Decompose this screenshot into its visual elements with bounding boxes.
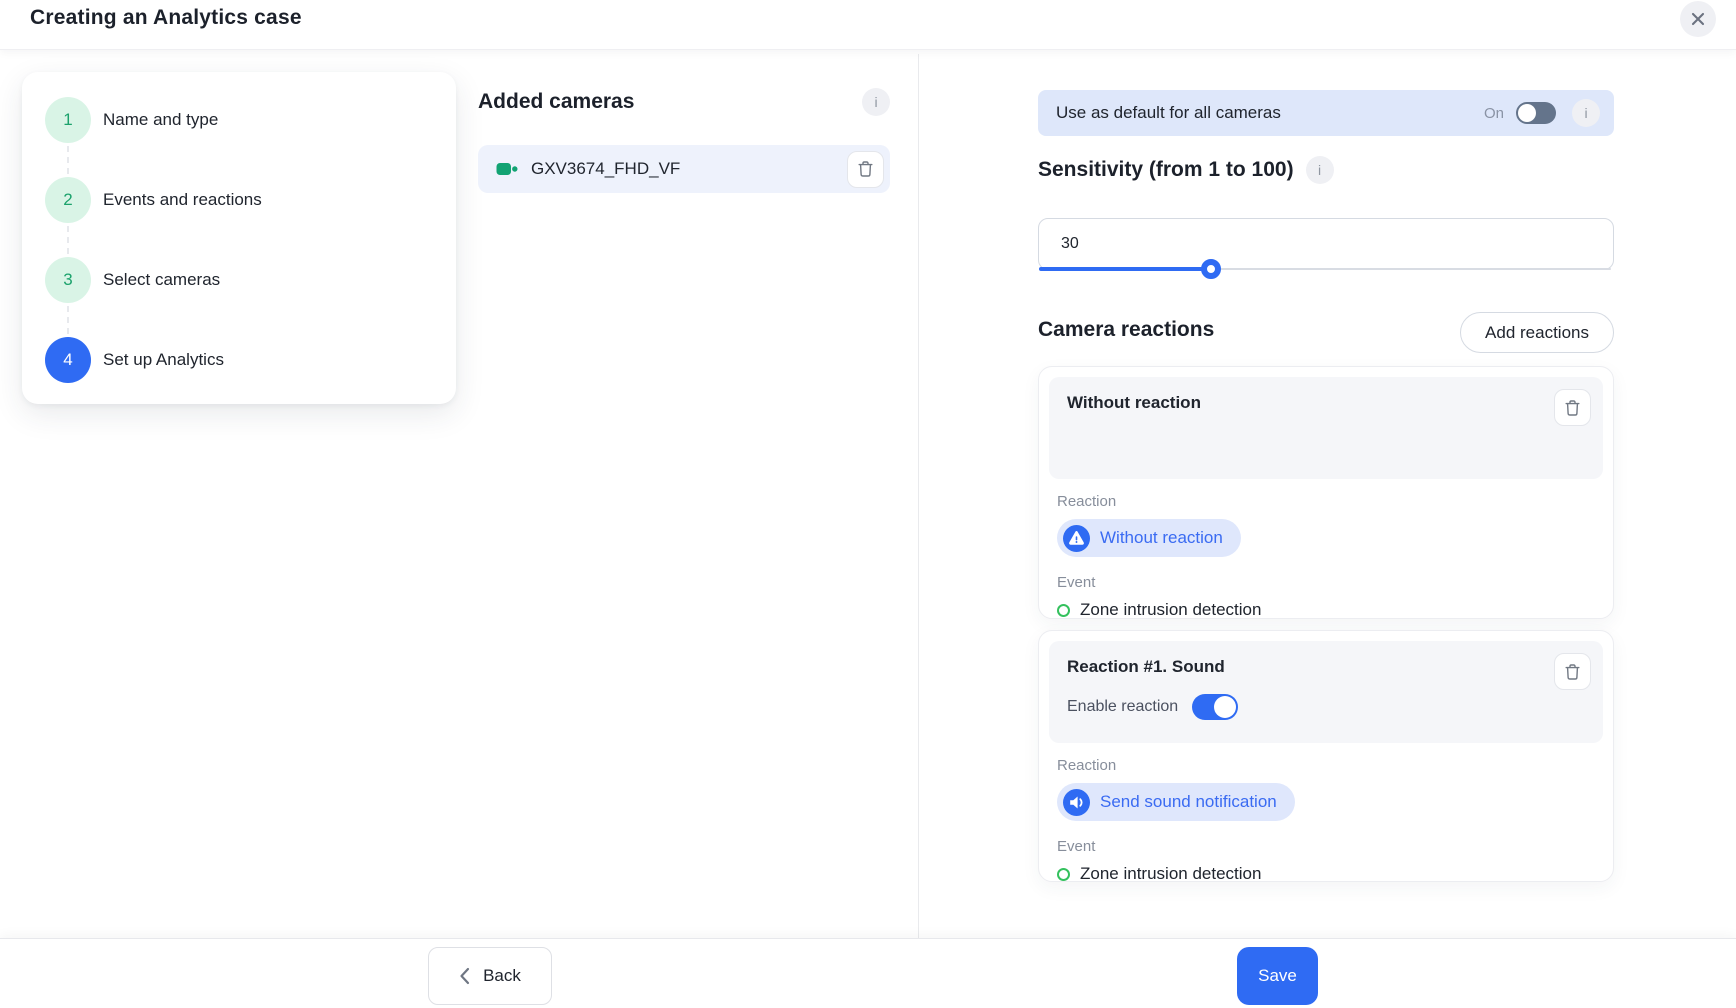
reaction-card-title: Without reaction xyxy=(1067,393,1543,413)
sensitivity-input[interactable]: 30 xyxy=(1038,218,1614,270)
sensitivity-value: 30 xyxy=(1061,219,1079,269)
sensitivity-title: Sensitivity (from 1 to 100) xyxy=(1038,158,1294,182)
added-cameras-title: Added cameras xyxy=(478,90,634,114)
stepper-step-set-up-analytics[interactable]: 4 Set up Analytics xyxy=(45,336,425,384)
remove-camera-button[interactable] xyxy=(847,151,884,188)
event-status-icon xyxy=(1057,604,1070,617)
step-label: Set up Analytics xyxy=(103,350,224,370)
event-field-label: Event xyxy=(1057,574,1593,591)
slider-knob[interactable] xyxy=(1201,259,1221,279)
enable-reaction-row: Enable reaction xyxy=(1067,694,1543,720)
step-label: Select cameras xyxy=(103,270,220,290)
stepper-step-select-cameras[interactable]: 3 Select cameras xyxy=(45,256,425,304)
back-button-label: Back xyxy=(483,966,521,986)
step-number-badge: 1 xyxy=(45,97,91,143)
step-number-badge: 3 xyxy=(45,257,91,303)
step-connector xyxy=(67,306,69,334)
reaction-card-body: Reaction Without reaction Event Zone int… xyxy=(1049,479,1603,620)
toggle-knob xyxy=(1214,696,1236,718)
stepper-step-events-and-reactions[interactable]: 2 Events and reactions xyxy=(45,176,425,224)
add-reactions-button[interactable]: Add reactions xyxy=(1460,312,1614,353)
event-row: Zone intrusion detection xyxy=(1057,600,1593,620)
delete-reaction-button[interactable] xyxy=(1554,653,1591,690)
info-icon[interactable]: i xyxy=(1306,156,1334,184)
camera-list-item: GXV3674_FHD_VF xyxy=(478,145,890,193)
dialog-header: Creating an Analytics case xyxy=(0,0,1736,50)
reaction-card-body: Reaction Send sound notification Event Z… xyxy=(1049,743,1603,884)
step-label: Events and reactions xyxy=(103,190,262,210)
event-name: Zone intrusion detection xyxy=(1080,864,1261,884)
reaction-chip-label: Send sound notification xyxy=(1100,792,1277,812)
camera-reactions-title: Camera reactions xyxy=(1038,318,1214,342)
creating-analytics-case-dialog: Creating an Analytics case 1 Name and ty… xyxy=(0,0,1736,1008)
reaction-card-header: Without reaction xyxy=(1049,377,1603,479)
event-field-label: Event xyxy=(1057,838,1593,855)
toggle-state-label: On xyxy=(1484,105,1504,122)
stepper-card: 1 Name and type 2 Events and reactions 3… xyxy=(22,72,456,404)
reaction-card-title: Reaction #1. Sound xyxy=(1067,657,1543,677)
step-connector xyxy=(67,146,69,174)
step-label: Name and type xyxy=(103,110,218,130)
chevron-left-icon xyxy=(459,967,470,985)
camera-icon xyxy=(496,161,519,177)
event-row: Zone intrusion detection xyxy=(1057,864,1593,884)
vertical-divider xyxy=(918,54,919,938)
close-icon xyxy=(1690,11,1706,27)
step-connector xyxy=(67,226,69,254)
reaction-chip-label: Without reaction xyxy=(1100,528,1223,548)
delete-reaction-button[interactable] xyxy=(1554,389,1591,426)
step-number-badge: 2 xyxy=(45,177,91,223)
added-cameras-header: Added cameras i xyxy=(478,88,890,116)
warning-icon xyxy=(1063,525,1090,552)
reaction-card-without-reaction: Without reaction Reaction Without reacti… xyxy=(1038,366,1614,619)
default-banner-label: Use as default for all cameras xyxy=(1056,103,1281,123)
reaction-chip[interactable]: Without reaction xyxy=(1057,519,1241,557)
event-status-icon xyxy=(1057,868,1070,881)
toggle-knob xyxy=(1518,104,1536,122)
enable-reaction-label: Enable reaction xyxy=(1067,698,1178,716)
sensitivity-header: Sensitivity (from 1 to 100) i xyxy=(1038,156,1334,184)
slider-fill xyxy=(1039,267,1211,271)
reaction-card-header: Reaction #1. Sound Enable reaction xyxy=(1049,641,1603,743)
reaction-chip[interactable]: Send sound notification xyxy=(1057,783,1295,821)
reaction-field-label: Reaction xyxy=(1057,757,1593,774)
save-button[interactable]: Save xyxy=(1237,947,1318,1005)
reaction-field-label: Reaction xyxy=(1057,493,1593,510)
reaction-card-sound: Reaction #1. Sound Enable reaction React… xyxy=(1038,630,1614,882)
trash-icon xyxy=(1564,399,1581,417)
step-number-badge: 4 xyxy=(45,337,91,383)
trash-icon xyxy=(1564,663,1581,681)
sensitivity-slider[interactable] xyxy=(1039,267,1613,271)
speaker-icon xyxy=(1063,789,1090,816)
stepper-step-name-and-type[interactable]: 1 Name and type xyxy=(45,96,425,144)
dialog-title: Creating an Analytics case xyxy=(30,6,302,30)
default-for-all-cameras-banner: Use as default for all cameras On i xyxy=(1038,90,1614,136)
back-button[interactable]: Back xyxy=(428,947,552,1005)
default-toggle[interactable] xyxy=(1516,102,1556,124)
close-button[interactable] xyxy=(1680,1,1716,37)
info-icon[interactable]: i xyxy=(862,88,890,116)
info-icon[interactable]: i xyxy=(1572,99,1600,127)
trash-icon xyxy=(857,160,874,178)
enable-reaction-toggle[interactable] xyxy=(1192,694,1238,720)
footer-bar: Back Save xyxy=(0,938,1736,1008)
event-name: Zone intrusion detection xyxy=(1080,600,1261,620)
camera-name: GXV3674_FHD_VF xyxy=(531,159,680,179)
